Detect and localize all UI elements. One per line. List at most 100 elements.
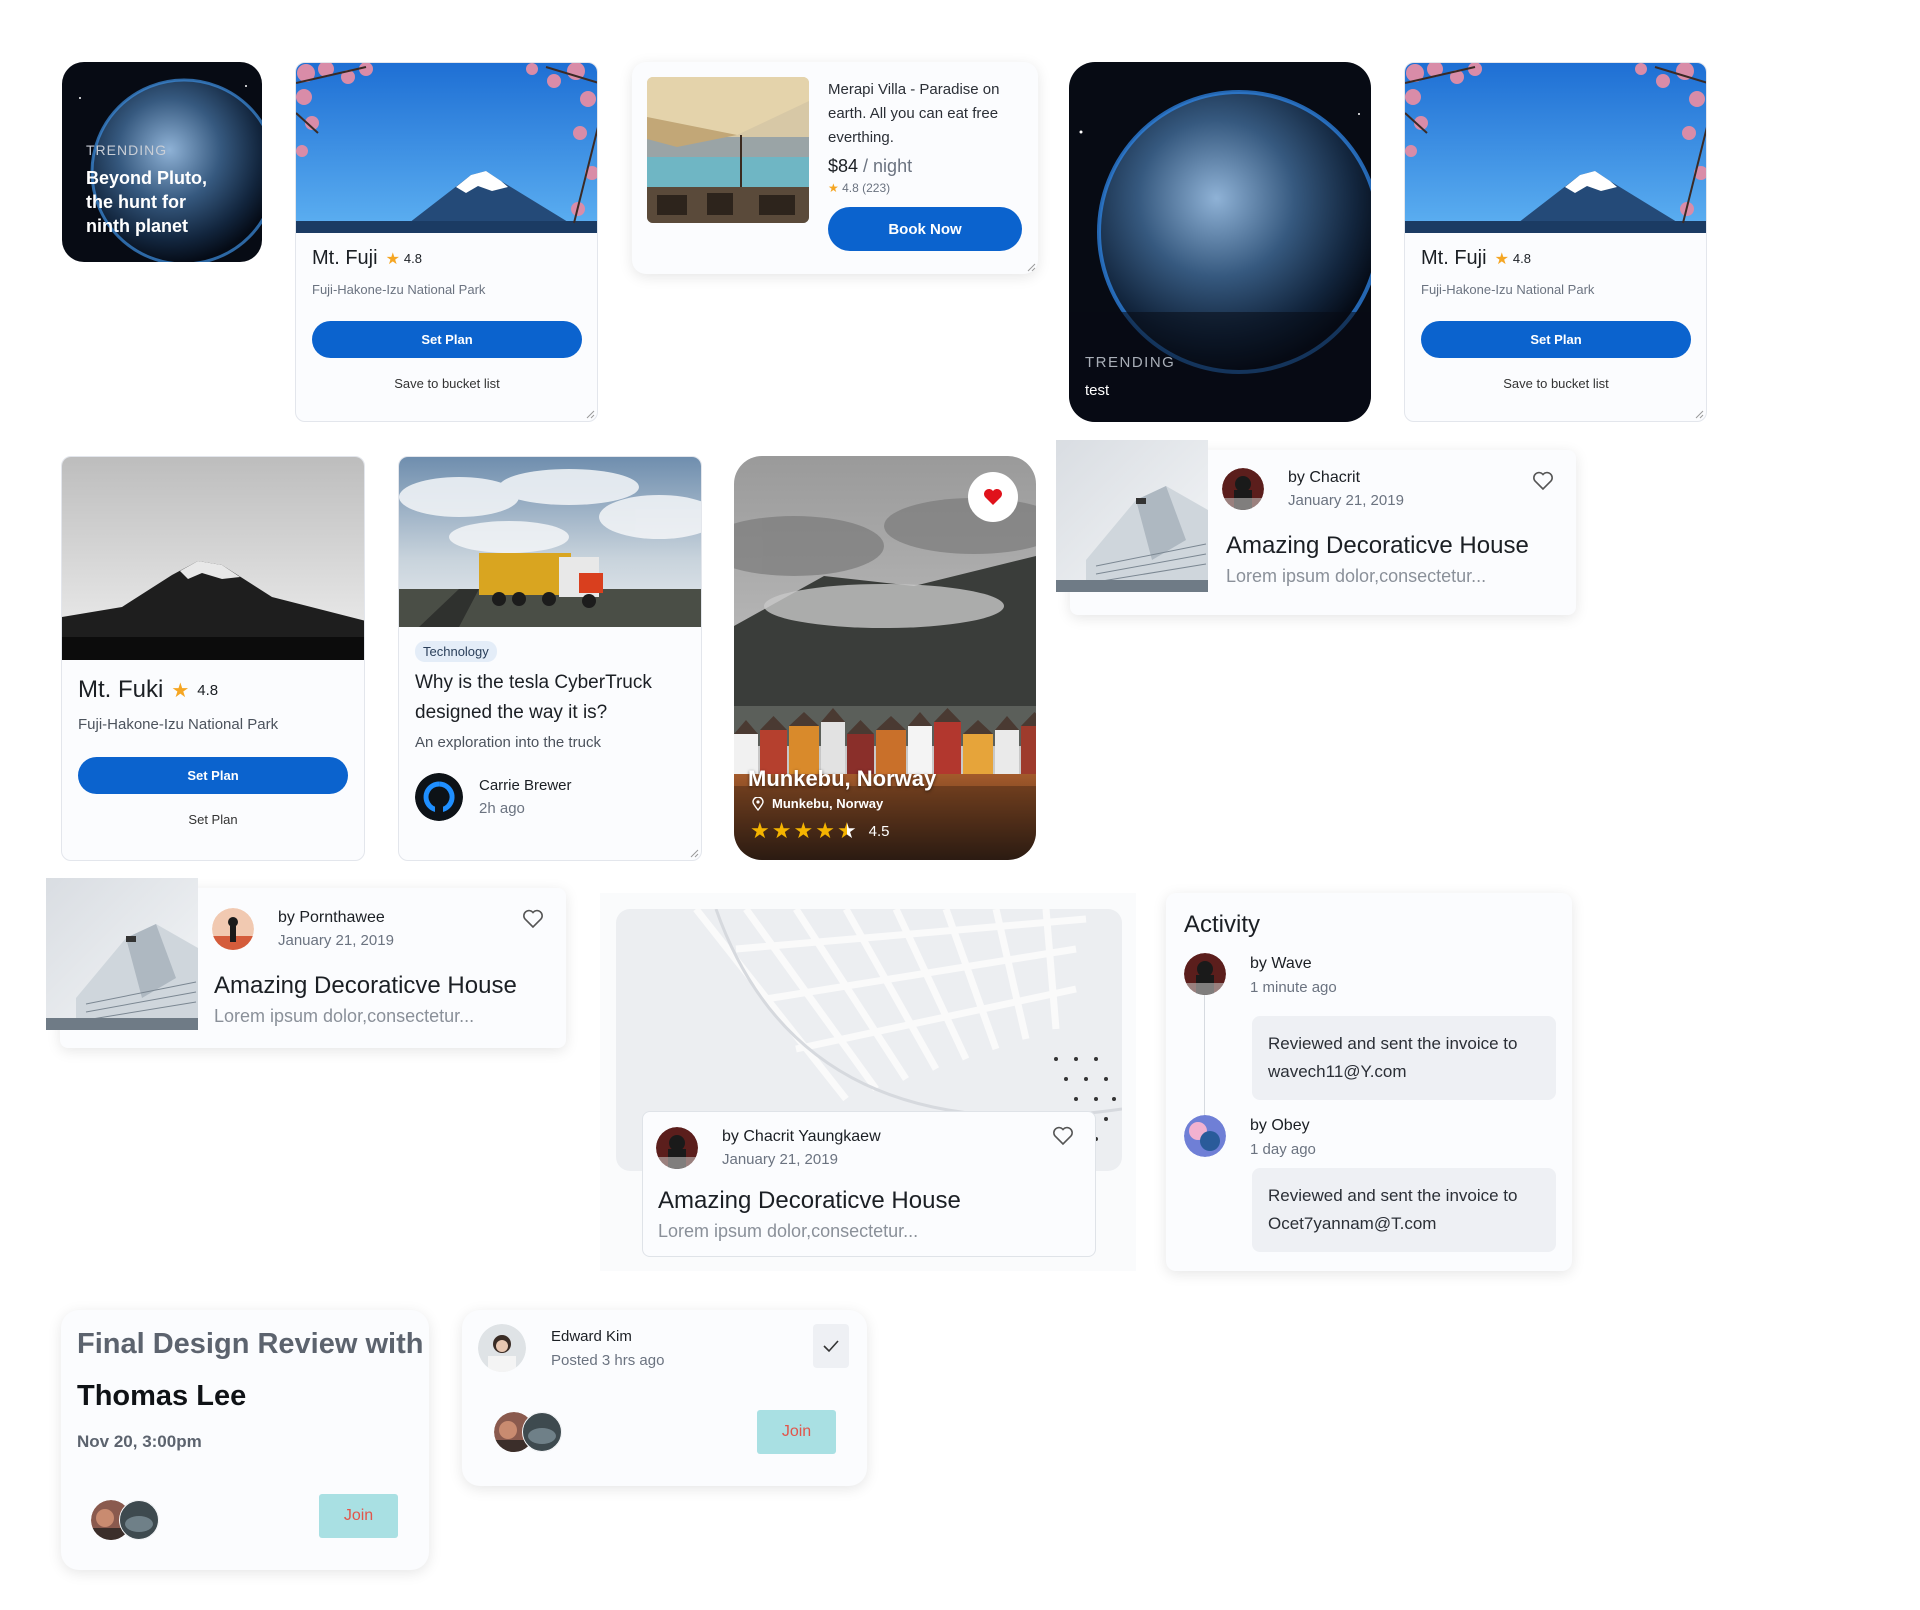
star-icon: ★ (385, 250, 400, 268)
truck-image (399, 457, 701, 627)
author-name: Pornthawee (299, 909, 385, 926)
house-excerpt: Lorem ipsum dolor,consectetur... (658, 1221, 919, 1241)
by-label: by (278, 909, 295, 926)
post-date: January 21, 2019 (278, 932, 394, 949)
favorite-button[interactable] (968, 472, 1018, 522)
truck-card: Technology Why is the tesla CyberTruck d… (398, 456, 702, 861)
fuki-rating: 4.8 (197, 681, 219, 699)
post-card: Edward Kim Posted 3 hrs ago Join (462, 1310, 867, 1486)
fuji-rating: 4.8 (403, 251, 422, 266)
set-plan-button[interactable]: Set Plan (78, 757, 348, 794)
post-date: January 21, 2019 (1288, 492, 1404, 509)
set-plan-button[interactable]: Set Plan (312, 321, 582, 358)
join-button[interactable]: Join (757, 1410, 836, 1454)
activity-item: by Obey 1 day ago Reviewed and sent the … (1184, 1115, 1556, 1252)
rating-stars: ★ ★ ★ ★ ★ (750, 818, 857, 844)
fuji-image (296, 63, 597, 233)
norway-location: Munkebu, Norway (772, 796, 884, 811)
by-label: by (1250, 955, 1267, 972)
poster-name: Edward Kim (551, 1328, 632, 1345)
house-excerpt: Lorem ipsum dolor,consectetur... (214, 1006, 475, 1026)
fuji-title: Mt. Fuji (1421, 247, 1487, 269)
attendee-avatars (91, 1500, 171, 1540)
villa-title: Merapi Villa - Paradise on earth. All yo… (828, 81, 1000, 146)
fuki-image (62, 457, 364, 660)
join-button[interactable]: Join (319, 1494, 398, 1538)
save-bucket-list-button[interactable]: Save to bucket list (312, 376, 582, 391)
check-icon (823, 1340, 839, 1353)
set-plan-secondary-button[interactable]: Set Plan (78, 812, 348, 827)
user-name: Obey (1271, 1117, 1310, 1134)
set-plan-button[interactable]: Set Plan (1421, 321, 1691, 358)
resize-handle-icon[interactable] (1695, 410, 1704, 419)
fuji-rating: 4.8 (1512, 251, 1531, 266)
author-name: Chacrit (1309, 469, 1361, 486)
house-image (46, 878, 198, 1030)
house-image (1056, 440, 1208, 592)
attendee-avatar (522, 1412, 562, 1452)
design-review-card: Final Design Review with Thomas Lee Nov … (61, 1310, 429, 1570)
trending-label: TRENDING (1085, 354, 1176, 371)
norway-rating: 4.5 (868, 822, 890, 840)
resize-handle-icon[interactable] (1027, 263, 1036, 272)
user-name: Wave (1271, 955, 1312, 972)
post-time: 2h ago (479, 800, 525, 817)
fuji-subtitle: Fuji-Hakone-Izu National Park (1421, 282, 1595, 297)
heart-outline-icon[interactable] (522, 908, 544, 930)
resize-handle-icon[interactable] (586, 410, 595, 419)
fuki-subtitle: Fuji-Hakone-Izu National Park (78, 716, 279, 733)
trending-title: test (1085, 382, 1110, 399)
activity-message: Reviewed and sent the invoice to wavech1… (1252, 1016, 1556, 1100)
location-pin-icon (752, 796, 764, 811)
book-now-button[interactable]: Book Now (828, 207, 1022, 251)
post-time: Posted 3 hrs ago (551, 1352, 665, 1369)
heart-filled-icon (984, 489, 1002, 505)
fuki-card: Mt. Fuki ★ 4.8 Fuji-Hakone-Izu National … (61, 456, 365, 861)
heart-outline-icon[interactable] (1052, 1125, 1074, 1147)
attendee-avatars (494, 1412, 574, 1452)
house-card-2: by Pornthawee January 21, 2019 Amazing D… (46, 878, 566, 1048)
star-icon: ★ (836, 818, 857, 843)
fuji-subtitle: Fuji-Hakone-Izu National Park (312, 282, 486, 297)
post-date: January 21, 2019 (722, 1151, 838, 1168)
star-icon: ★ (771, 818, 792, 843)
check-button[interactable] (813, 1324, 849, 1368)
category-tag: Technology (415, 641, 497, 662)
star-icon: ★ (1494, 250, 1509, 268)
by-label: by (722, 1128, 739, 1145)
villa-price: $84 (828, 156, 859, 176)
fuji-card-1: Mt. Fuji ★ 4.8 Fuji-Hakone-Izu National … (295, 62, 598, 422)
villa-image (647, 77, 809, 223)
by-label: by (1250, 1117, 1267, 1134)
save-bucket-list-button[interactable]: Save to bucket list (1421, 376, 1691, 391)
star-icon: ★ (793, 818, 814, 843)
review-date: Nov 20, 3:00pm (77, 1432, 202, 1451)
norway-card[interactable]: Munkebu, Norway Munkebu, Norway ★ ★ ★ ★ ★ 4.… (734, 456, 1036, 860)
trending-label: TRENDING (86, 142, 168, 158)
villa-per-night: / night (858, 156, 913, 176)
activity-message: Reviewed and sent the invoice to Ocet7ya… (1252, 1168, 1556, 1252)
house-title: Amazing Decoraticve House (1226, 532, 1529, 559)
house-title: Amazing Decoraticve House (658, 1187, 961, 1214)
user-avatar (478, 1324, 526, 1372)
fuji-image (1405, 63, 1706, 233)
review-title-line2: Thomas Lee (77, 1380, 247, 1412)
star-icon: ★ (750, 818, 770, 843)
activity-card: Activity by Wave 1 minute ago Reviewed a… (1166, 893, 1572, 1271)
review-title-line1: Final Design Review with (77, 1328, 424, 1360)
attendee-avatar (119, 1500, 159, 1540)
activity-title: Activity (1184, 911, 1261, 938)
house-title: Amazing Decoraticve House (214, 972, 517, 999)
heart-outline-icon[interactable] (1532, 470, 1554, 492)
fuki-title: Mt. Fuki (78, 676, 164, 703)
trending-big-card[interactable]: TRENDING test (1069, 62, 1371, 422)
resize-handle-icon[interactable] (690, 849, 699, 858)
house-excerpt: Lorem ipsum dolor,consectetur... (1226, 566, 1487, 586)
trending-small-card[interactable]: TRENDING Beyond Pluto, the hunt for nint… (62, 62, 262, 262)
activity-item: by Wave 1 minute ago Reviewed and sent t… (1184, 953, 1556, 1100)
author-avatar (656, 1127, 698, 1169)
author-avatar (1222, 468, 1264, 510)
villa-card: Merapi Villa - Paradise on earth. All yo… (632, 62, 1038, 274)
author-avatar (212, 908, 254, 950)
by-label: by (1288, 469, 1305, 486)
